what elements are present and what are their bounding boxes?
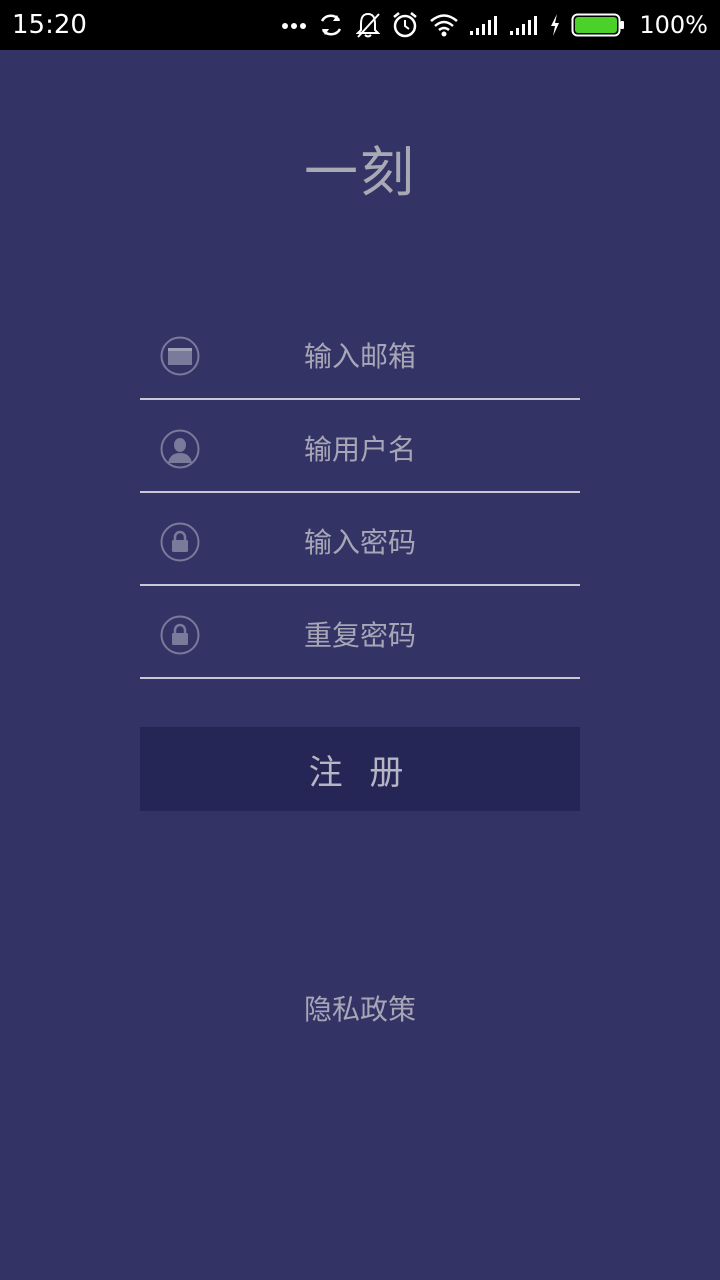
- email-field[interactable]: [220, 328, 500, 384]
- battery-percent: 100%: [639, 11, 708, 39]
- signal-icon: [470, 16, 498, 35]
- battery-icon: [571, 13, 625, 37]
- status-time: 15:20: [12, 10, 87, 40]
- signal-icon: [510, 16, 538, 35]
- more-dots-icon: [282, 23, 307, 29]
- email-icon: [160, 336, 200, 376]
- password-field-row: [140, 494, 580, 586]
- confirm-password-field[interactable]: [220, 607, 500, 663]
- sync-icon: [321, 14, 342, 36]
- status-icons: 100%: [281, 8, 708, 42]
- username-field-row: [140, 401, 580, 493]
- confirm-password-field-row: [140, 587, 580, 679]
- charging-icon: [551, 14, 560, 36]
- username-field[interactable]: [220, 421, 500, 477]
- app-title: 一刻: [304, 141, 416, 204]
- user-icon: [160, 429, 200, 469]
- register-button[interactable]: 注 册: [140, 727, 580, 811]
- wifi-icon: [430, 14, 459, 37]
- mute-bell-icon: [355, 12, 381, 38]
- lock-icon: [160, 615, 200, 655]
- password-field[interactable]: [220, 514, 500, 570]
- email-field-row: [140, 308, 580, 400]
- privacy-policy-link[interactable]: 隐私政策: [0, 988, 720, 1028]
- alarm-icon: [393, 12, 418, 38]
- status-bar: 15:20 100%: [0, 0, 720, 50]
- lock-icon: [160, 522, 200, 562]
